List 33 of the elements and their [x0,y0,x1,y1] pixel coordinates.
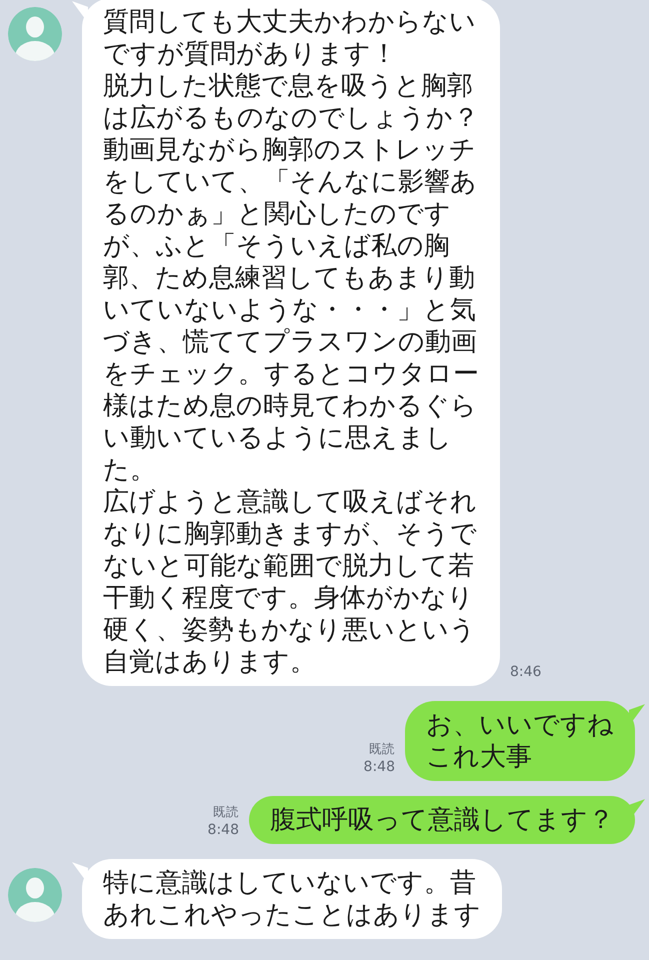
message-text-line: 郭、ため息練習してもあまり動 [103,262,476,294]
message-text-line: 動画見ながら胸郭のストレッチ [103,134,477,166]
message-text-line: お、いいですね [426,709,614,741]
message-text-line: あれこれやったことはあります [103,899,481,931]
message-time: 8:48 [208,821,239,840]
message-text-line: なりに胸郭動きますが、そうで [103,518,478,550]
avatar-icon[interactable] [8,868,62,922]
message-text-line: るのかぁ」と関心したのです [103,198,452,230]
read-receipt: 既読 [213,803,239,821]
message-text-line: 特に意識はしていないです。昔 [103,867,477,899]
message-text-line: い動いているように思えまし [103,422,453,454]
message-text-line: これ大事 [426,741,533,773]
message-text-line: 様はため息の時見てわかるぐら [103,390,478,422]
message-text-line: ですが質問があります！ [103,38,398,70]
message-text-line: 硬く、姿勢もかなり悪いという [103,614,477,646]
message-text-line: をしていて、「そんなに影響あ [103,166,478,198]
message-text-line: 腹式呼吸って意識してます？ [270,804,614,836]
message-text-line: 質問しても大丈夫かわからない [103,6,477,38]
message-text-line: 自覚はあります。 [103,646,317,678]
message-text-line: づき、慌ててプラスワンの動画 [103,326,478,358]
message-text-line: た。 [103,454,157,486]
message-text-line: 脱力した状態で息を吸うと胸郭 [103,70,474,102]
message-text-line: が、ふと「そういえば私の胸 [103,230,451,262]
message-text-line: 干動く程度です。身体がかなり [103,582,475,614]
message-text-line: 広げようと意識して吸えばそれ [103,486,478,518]
message-time: 8:46 [510,663,542,682]
message-time: 8:48 [364,758,395,777]
avatar-icon[interactable] [8,7,62,61]
read-receipt: 既読 [369,740,395,758]
message-text-line: ないと可能な範囲で脱力して若 [103,550,475,582]
message-text-line: は広がるものなのでしょうか？ [103,102,479,134]
message-text-line: をチェック。するとコウタロー [103,358,479,390]
message-text-line: いていないような・・・」と気 [103,294,477,326]
